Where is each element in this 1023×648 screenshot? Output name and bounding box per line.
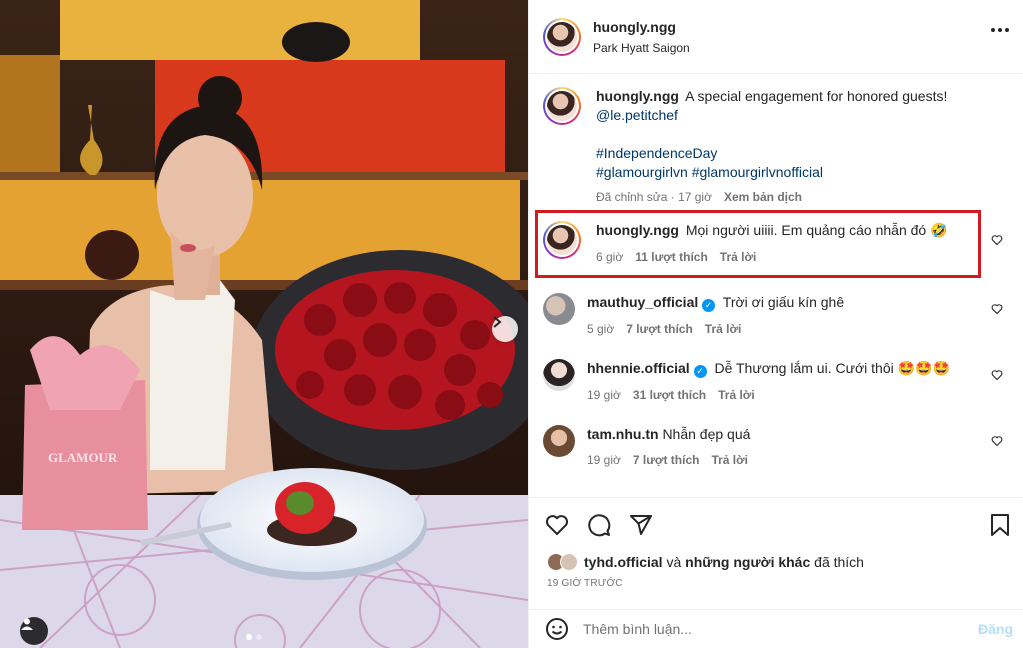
carousel-dot: [256, 634, 262, 640]
post-caption: huongly.ngg A special engagement for hon…: [543, 87, 983, 207]
liked-by-avatars: [547, 553, 578, 571]
comment-likes[interactable]: 11 lượt thích: [635, 248, 708, 267]
comment-item: huongly.ngg Mọi người uiiii. Em quảng cá…: [543, 221, 1013, 267]
liked-by-connector: và: [666, 554, 682, 570]
comment-input[interactable]: Thêm bình luận...: [583, 621, 692, 637]
caption-text: A special engagement for honored guests!: [685, 88, 948, 104]
comment-likes[interactable]: 7 lượt thích: [626, 320, 693, 338]
bag-brand-text: GLAMOUR: [48, 450, 118, 465]
verified-icon: ✓: [702, 299, 716, 312]
heart-icon[interactable]: [545, 513, 569, 537]
liked-by-suffix: đã thích: [814, 554, 864, 570]
comment-time: 19 giờ: [587, 388, 621, 402]
hashtag-line[interactable]: #glamourgirlvn #glamourgirlvnofficial: [596, 164, 823, 180]
edited-time: Đã chỉnh sửa · 17 giờ: [596, 190, 712, 204]
verified-icon: ✓: [693, 365, 707, 378]
post-actions: tyhd.official và những người khác đã thí…: [529, 497, 1023, 609]
heart-icon[interactable]: [991, 435, 1003, 447]
add-comment-bar: Thêm bình luận... Đăng: [529, 609, 1023, 648]
photo-illustration: GLAMOUR: [0, 0, 528, 648]
comment-likes[interactable]: 31 lượt thích: [633, 386, 706, 404]
comment-time: 5 giờ: [587, 322, 615, 336]
user-tag-button[interactable]: [20, 617, 48, 645]
comment-text: Dễ Thương lắm ui. Cưới thôi 🤩🤩🤩: [714, 360, 950, 376]
post-photo[interactable]: GLAMOUR: [0, 0, 528, 648]
user-tag-icon: [21, 618, 33, 630]
translate-link[interactable]: Xem bản dịch: [724, 188, 802, 207]
carousel-dot: [246, 634, 252, 640]
comment-icon[interactable]: [587, 513, 611, 537]
bookmark-icon[interactable]: [989, 513, 1011, 537]
post-header: huongly.ngg Park Hyatt Saigon: [529, 0, 1023, 74]
post-comment-button[interactable]: Đăng: [978, 621, 1013, 637]
post-time[interactable]: 19 GIỜ TRƯỚC: [547, 578, 623, 589]
chevron-right-icon: [493, 316, 502, 328]
comment-item: mauthuy_official ✓ Trời ơi giấu kín ghê …: [543, 293, 1013, 338]
heart-icon[interactable]: [991, 303, 1003, 315]
caption-mention[interactable]: @le.petitchef: [596, 107, 678, 123]
emoji-icon[interactable]: [545, 617, 569, 641]
comment-text: Mọi người uiiii. Em quảng cáo nhẫn đó 🤣: [685, 222, 948, 238]
heart-icon[interactable]: [991, 369, 1003, 381]
reply-button[interactable]: Trả lời: [720, 248, 757, 267]
post-details-panel: huongly.ngg Park Hyatt Saigon huongly.ng…: [528, 0, 1023, 648]
hashtag-line[interactable]: #IndependenceDay: [596, 145, 717, 161]
comment-item: hhennie.official ✓ Dễ Thương lắm ui. Cướ…: [543, 359, 1013, 404]
author-avatar[interactable]: [543, 17, 581, 56]
comment-avatar[interactable]: [543, 221, 581, 259]
reply-button[interactable]: Trả lời: [705, 320, 742, 338]
author-username[interactable]: huongly.ngg: [593, 19, 690, 35]
carousel-dots: [246, 634, 262, 640]
comment-avatar[interactable]: [543, 293, 575, 325]
caption-username[interactable]: huongly.ngg: [596, 88, 679, 104]
comment-time: 19 giờ: [587, 453, 621, 467]
comment-username[interactable]: tam.nhu.tn: [587, 426, 659, 442]
more-options-icon[interactable]: [991, 28, 1009, 32]
liked-by-others[interactable]: những người khác: [685, 554, 810, 570]
comment-item: tam.nhu.tn Nhẫn đẹp quá 19 giờ 7 lượt th…: [543, 425, 1013, 469]
liked-by-user[interactable]: tyhd.official: [584, 554, 663, 570]
comment-avatar[interactable]: [543, 359, 575, 391]
next-photo-button[interactable]: [492, 316, 518, 342]
comment-time: 6 giờ: [596, 250, 624, 264]
share-icon[interactable]: [629, 513, 653, 537]
reply-button[interactable]: Trả lời: [711, 451, 748, 469]
comment-username[interactable]: mauthuy_official: [587, 294, 698, 310]
comment-username[interactable]: huongly.ngg: [596, 222, 679, 238]
comments-list[interactable]: huongly.ngg A special engagement for hon…: [529, 75, 1023, 496]
heart-icon[interactable]: [991, 234, 1003, 246]
liked-by: tyhd.official và những người khác đã thí…: [547, 553, 864, 571]
reply-button[interactable]: Trả lời: [718, 386, 755, 404]
caption-avatar[interactable]: [543, 87, 581, 125]
comment-username[interactable]: hhennie.official: [587, 360, 690, 376]
post-location[interactable]: Park Hyatt Saigon: [593, 41, 690, 55]
comment-text: Nhẫn đẹp quá: [662, 426, 751, 442]
comment-text: Trời ơi giấu kín ghê: [722, 294, 845, 310]
comment-likes[interactable]: 7 lượt thích: [633, 451, 700, 469]
comment-avatar[interactable]: [543, 425, 575, 457]
